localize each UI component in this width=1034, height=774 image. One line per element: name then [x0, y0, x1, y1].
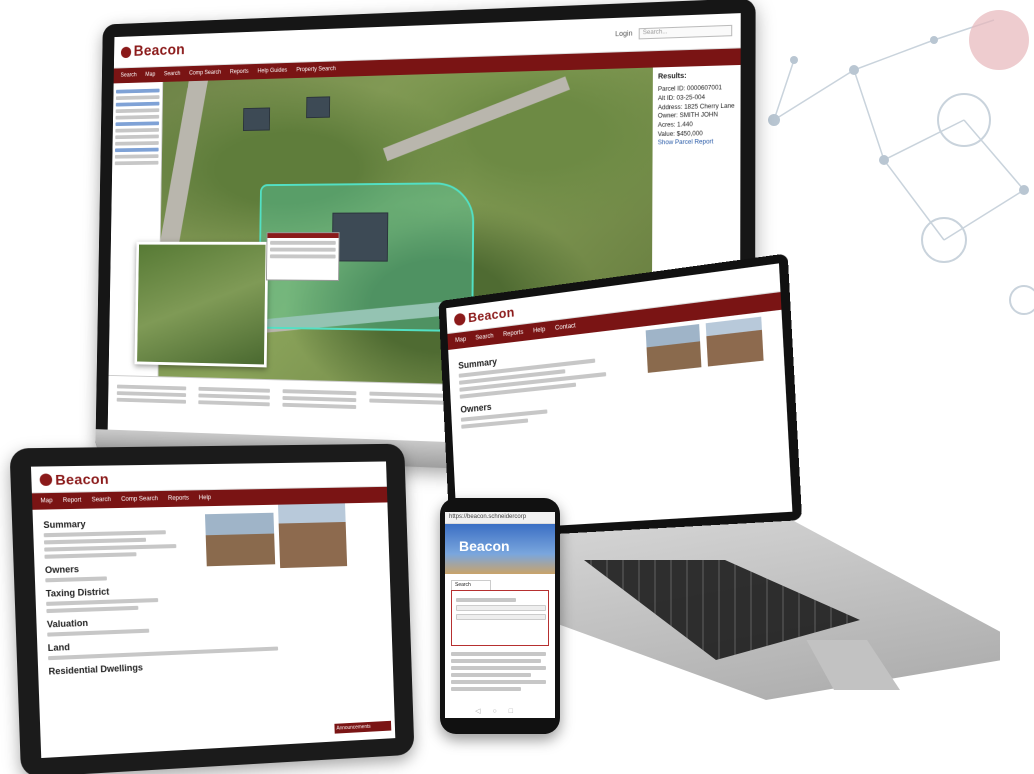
beacon-logo-icon — [453, 312, 466, 326]
beacon-logo[interactable]: Beacon — [459, 538, 510, 554]
nav-item[interactable]: Search — [120, 72, 136, 78]
tablet: Beacon Map Report Search Comp Search Rep… — [9, 443, 415, 774]
courthouse-photo — [705, 316, 764, 367]
nav-item[interactable]: Search — [164, 71, 181, 77]
laptop: Beacon Map Search Reports Help Contact S… — [438, 253, 803, 540]
taxing-district-heading: Taxing District — [45, 586, 110, 599]
nav-item[interactable]: Map — [455, 337, 466, 344]
nav-item[interactable]: Help — [199, 495, 211, 501]
url-bar[interactable]: https://beacon.schneidercorp — [445, 512, 555, 524]
tablet-screen: Beacon Map Report Search Comp Search Rep… — [30, 461, 396, 759]
phone-search-tab[interactable]: Search — [451, 580, 491, 590]
laptop-screen: Beacon Map Search Reports Help Contact S… — [446, 263, 793, 532]
nav-item[interactable]: Help Guides — [257, 68, 287, 75]
courthouse-icon — [969, 10, 1029, 70]
nav-item[interactable]: Reports — [230, 69, 249, 75]
nav-item[interactable]: Comp Search — [121, 496, 158, 503]
nav-item[interactable]: Report — [63, 498, 82, 504]
beacon-logo-icon — [120, 46, 132, 58]
nav-item[interactable]: Contact — [555, 323, 576, 332]
phone-search-form[interactable] — [451, 590, 549, 646]
phone-screen: https://beacon.schneidercorp Beacon Sear… — [445, 512, 555, 718]
courthouse-photo — [278, 503, 348, 569]
parcel-report-link[interactable]: Show Parcel Report — [658, 138, 735, 148]
beacon-logo[interactable]: Beacon — [453, 304, 515, 327]
nav-item[interactable]: Comp Search — [189, 70, 221, 77]
nav-item[interactable]: Map — [40, 498, 52, 504]
phone-hero: Beacon — [445, 524, 555, 574]
nav-item[interactable]: Reports — [503, 330, 524, 339]
search-input[interactable]: Search... — [638, 24, 733, 40]
nav-item[interactable]: Help — [533, 327, 545, 335]
beacon-logo[interactable]: Beacon — [120, 41, 185, 60]
android-nav-bar[interactable]: ◁○□ — [445, 707, 555, 715]
beacon-logo-icon — [39, 472, 53, 486]
beacon-logo[interactable]: Beacon — [39, 470, 109, 487]
nav-item[interactable]: Search — [91, 497, 111, 503]
oblique-imagery-window[interactable] — [134, 241, 269, 368]
property-photo[interactable] — [645, 324, 702, 373]
parcel-popup[interactable] — [265, 232, 340, 281]
login-link[interactable]: Login — [615, 30, 632, 38]
announcements-banner[interactable]: Announcements — [334, 720, 392, 734]
nav-item[interactable]: Property Search — [296, 66, 336, 73]
smartphone: https://beacon.schneidercorp Beacon Sear… — [440, 498, 560, 734]
nav-item[interactable]: Reports — [168, 495, 189, 501]
property-photo[interactable] — [204, 512, 276, 567]
nav-item[interactable]: Search — [475, 333, 493, 341]
nav-item[interactable]: Map — [145, 72, 155, 78]
